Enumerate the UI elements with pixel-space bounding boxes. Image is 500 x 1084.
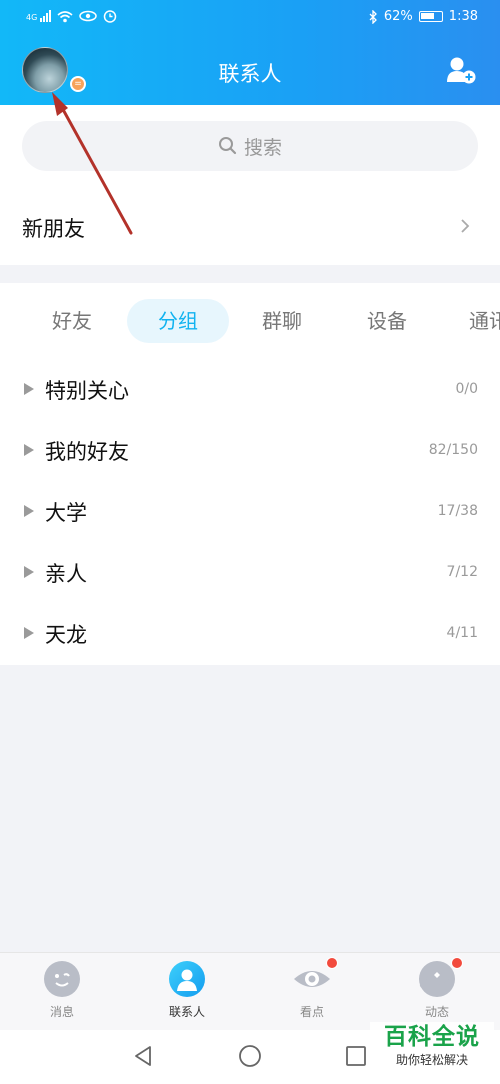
nav-label: 消息 — [49, 1005, 74, 1019]
header-bar: 4G 62% 1:38 = 联系人 — [0, 0, 500, 105]
group-row[interactable]: 大学 17/38 — [0, 482, 500, 542]
contact-tabs: 好友 分组 群聊 设备 通讯 — [0, 299, 500, 343]
group-name: 亲人 — [45, 562, 87, 586]
nav-label: 看点 — [299, 1005, 324, 1019]
recents-icon[interactable] — [345, 1045, 367, 1067]
group-count: 0/0 — [455, 381, 478, 397]
search-input[interactable]: 搜索 — [22, 121, 478, 171]
nav-messages[interactable]: 消息 — [12, 961, 112, 1020]
group-count: 7/12 — [446, 564, 478, 580]
page-title: 联系人 — [218, 62, 282, 86]
alarm-icon — [104, 10, 117, 23]
bottom-nav: 消息 联系人 看点 动态 — [0, 952, 500, 1030]
eye-comfort-icon — [79, 10, 98, 22]
expand-arrow-icon — [24, 566, 34, 578]
home-icon[interactable] — [238, 1044, 262, 1068]
nav-label: 动态 — [424, 1005, 449, 1019]
watermark-logo: 百科全说 助你轻松解决 — [370, 1022, 494, 1078]
group-row[interactable]: 我的好友 82/150 — [0, 421, 500, 481]
search-icon — [218, 137, 237, 155]
tab-groups[interactable]: 分组 — [127, 299, 229, 343]
watermark-title: 百科全说 — [384, 1024, 480, 1050]
notification-dot — [326, 957, 338, 969]
tab-friends[interactable]: 好友 — [22, 299, 122, 343]
tab-devices[interactable]: 设备 — [337, 299, 437, 343]
back-icon[interactable] — [132, 1044, 154, 1068]
tab-address-book[interactable]: 通讯 — [469, 299, 500, 343]
nav-label: 联系人 — [168, 1005, 205, 1019]
search-placeholder: 搜索 — [243, 136, 282, 159]
new-friends-label: 新朋友 — [22, 217, 85, 241]
group-count: 82/150 — [428, 442, 478, 458]
contacts-icon — [169, 961, 205, 997]
group-row[interactable]: 天龙 4/11 — [0, 604, 500, 664]
bluetooth-icon — [369, 9, 377, 24]
expand-arrow-icon — [24, 627, 34, 639]
group-count: 4/11 — [446, 625, 478, 641]
clock: 1:38 — [448, 9, 478, 24]
expand-arrow-icon — [24, 444, 34, 456]
group-count: 17/38 — [437, 503, 478, 519]
group-name: 特别关心 — [45, 379, 129, 403]
group-name: 大学 — [45, 501, 87, 525]
nav-feed[interactable]: 动态 — [387, 957, 487, 1020]
battery-percent: 62% — [383, 9, 413, 24]
group-name: 天龙 — [45, 623, 87, 647]
wifi-icon — [57, 10, 73, 22]
expand-arrow-icon — [24, 383, 34, 395]
group-name: 我的好友 — [45, 440, 129, 464]
search-section: 搜索 新朋友 — [0, 105, 500, 265]
planet-icon — [419, 957, 463, 997]
group-row[interactable]: 亲人 7/12 — [0, 543, 500, 603]
watermark-subtitle: 助你轻松解决 — [395, 1053, 468, 1067]
new-friends-row[interactable]: 新朋友 — [0, 195, 500, 260]
add-friend-icon[interactable] — [446, 56, 476, 84]
status-bar: 4G 62% 1:38 — [0, 0, 500, 34]
nav-contacts[interactable]: 联系人 — [137, 961, 237, 1020]
contacts-section: 好友 分组 群聊 设备 通讯 特别关心 0/0 我的好友 82/150 大学 1… — [0, 283, 500, 665]
signal-icon: 4G — [26, 10, 52, 22]
message-icon — [44, 961, 80, 997]
tab-group-chats[interactable]: 群聊 — [232, 299, 332, 343]
chevron-right-icon — [461, 219, 470, 233]
group-row[interactable]: 特别关心 0/0 — [0, 360, 500, 420]
nav-watch[interactable]: 看点 — [262, 957, 362, 1020]
notification-dot — [451, 957, 463, 969]
eye-icon — [294, 957, 338, 997]
battery-icon — [418, 11, 443, 22]
expand-arrow-icon — [24, 505, 34, 517]
